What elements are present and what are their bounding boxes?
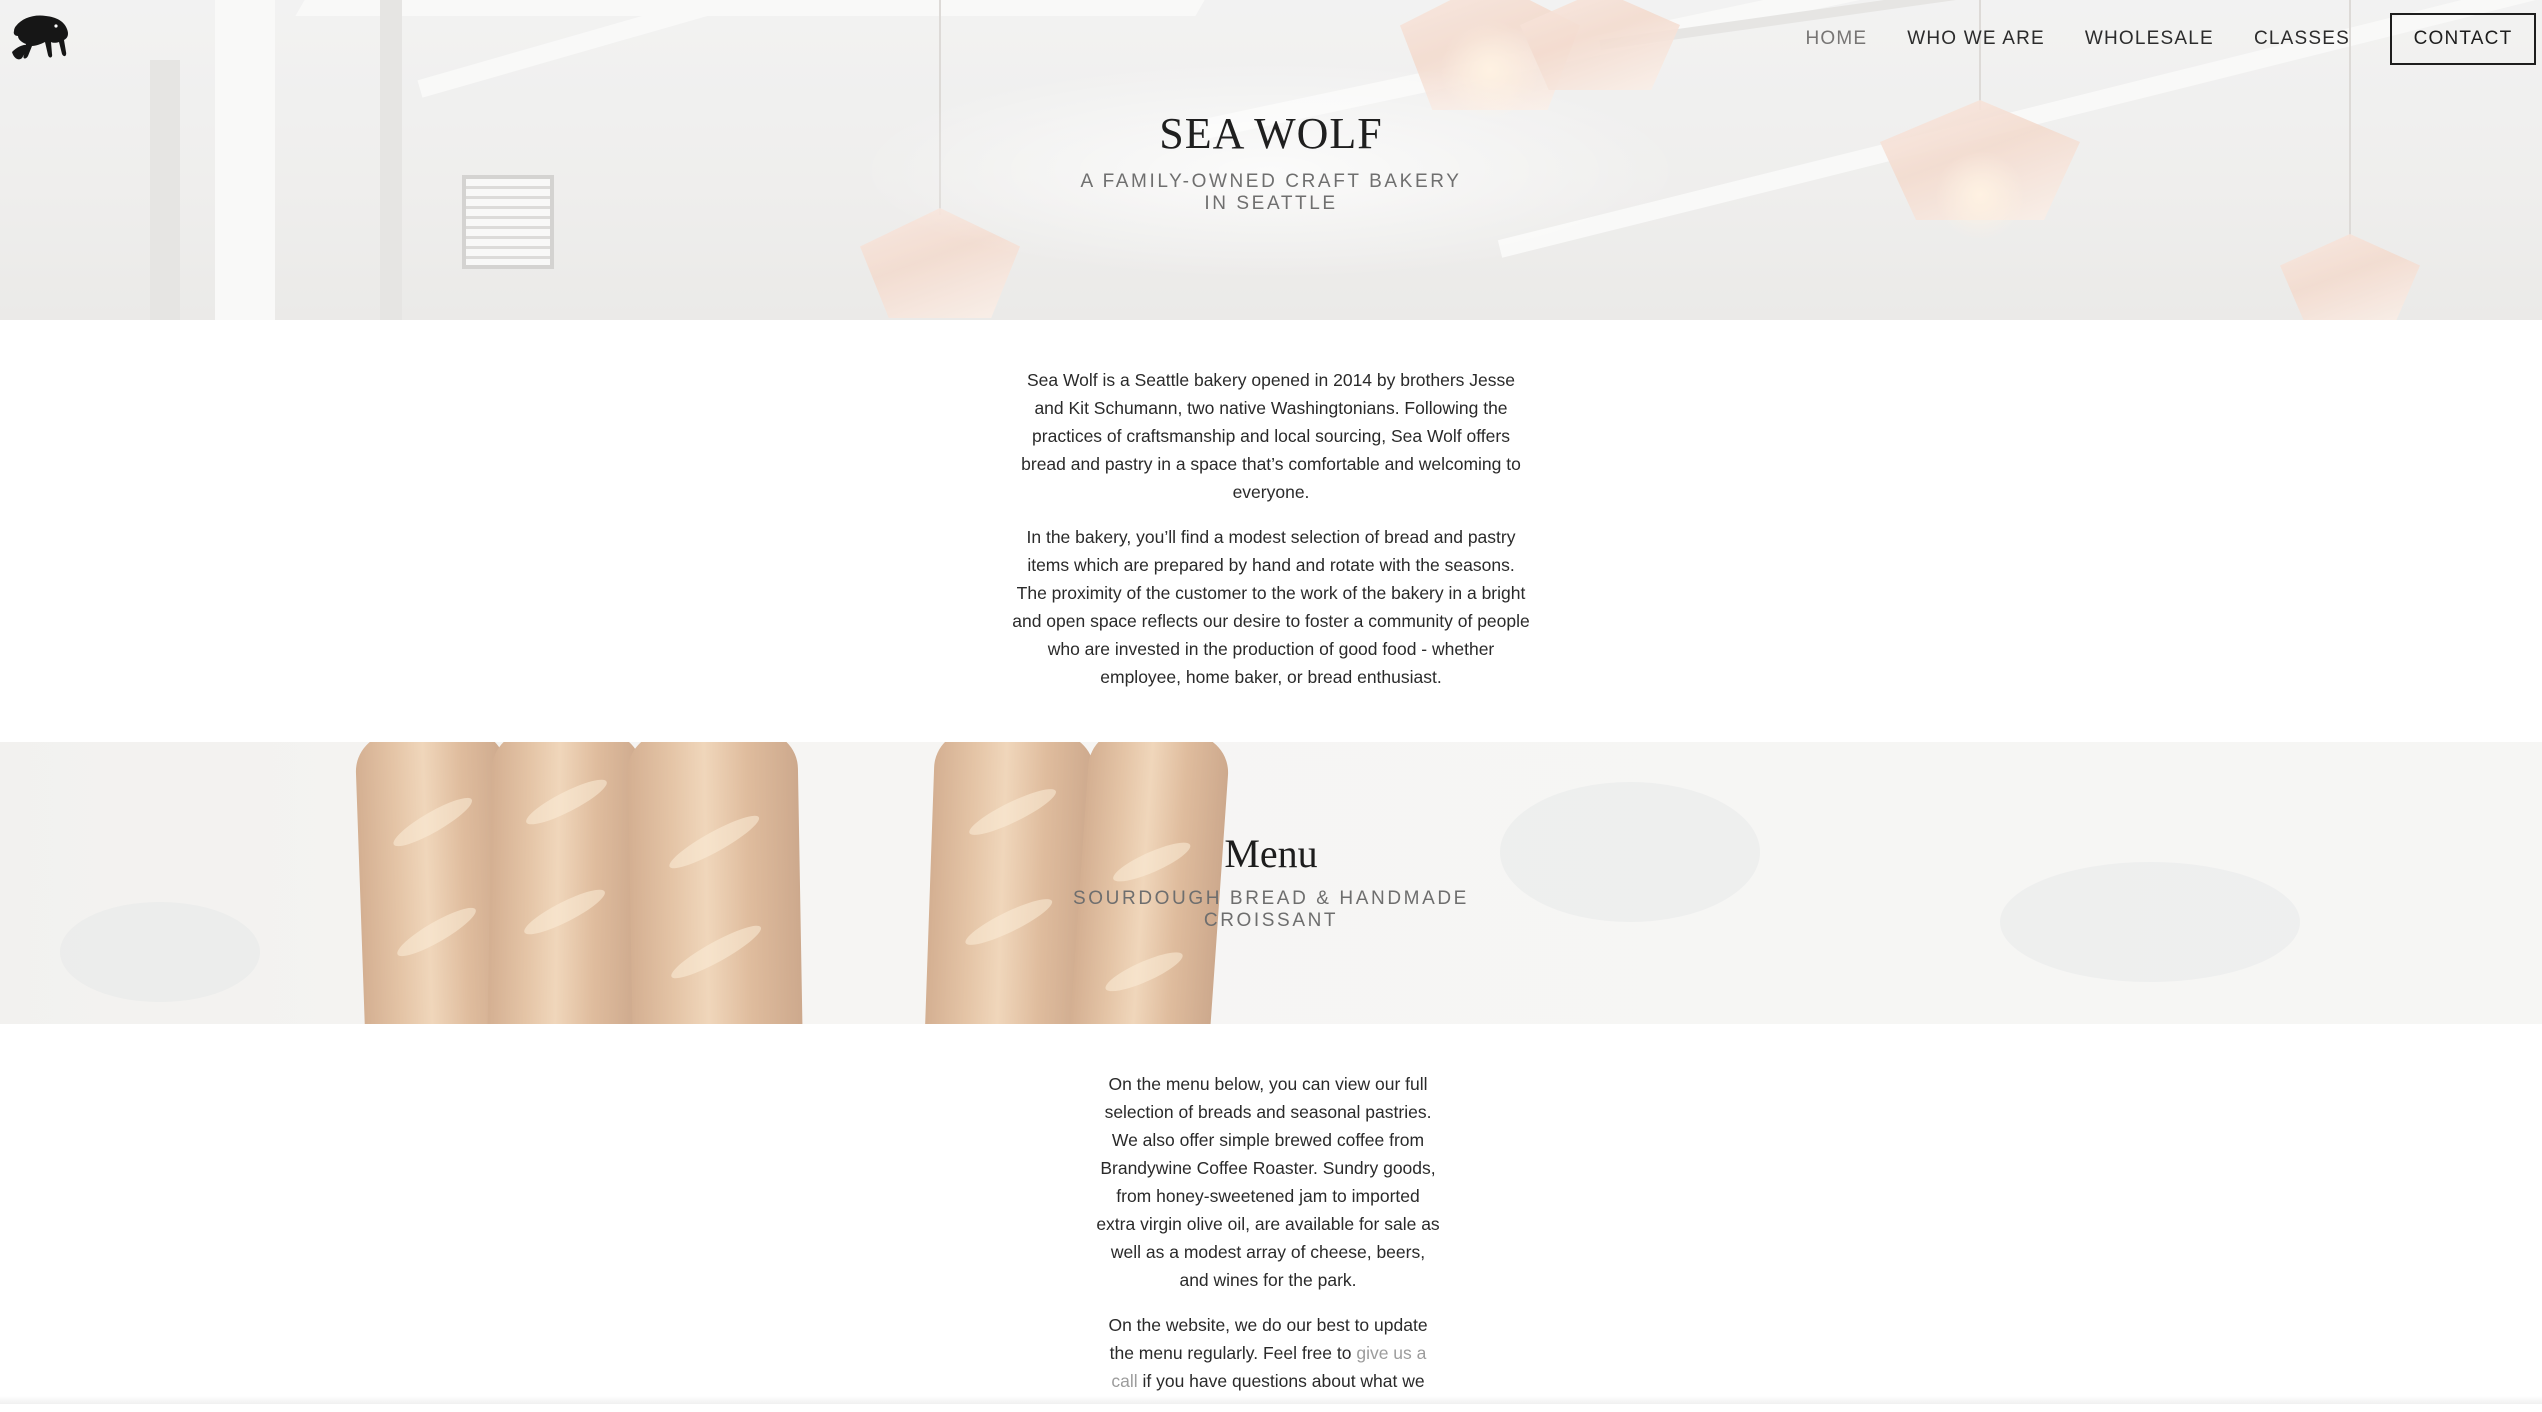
page-fold-shadow (0, 1396, 2542, 1404)
menu-title: Menu (1224, 831, 1318, 876)
site-title: SEA WOLF (1159, 109, 1383, 158)
menu-paragraph-text: if you have questions about what we (1137, 1371, 1425, 1391)
nav-classes[interactable]: CLASSES (2254, 28, 2350, 50)
contact-button[interactable]: CONTACT (2390, 13, 2536, 65)
menu-banner (0, 742, 2542, 1024)
hero-overlay (850, 60, 1690, 280)
menu-paragraph: On the menu below, you can view our full… (1096, 1074, 1440, 1290)
wolf-logo-icon[interactable] (12, 12, 74, 64)
nav-who-we-are[interactable]: WHO WE ARE (1907, 28, 2045, 50)
about-paragraph: In the bakery, you’ll find a modest sele… (1012, 527, 1530, 687)
menu-subtitle: SOURDOUGH BREAD & HANDMADE CROISSANT (1073, 888, 1469, 931)
nav-home[interactable]: HOME (1805, 28, 1867, 50)
menu-paragraph: On the website, we do our best to update… (1096, 1311, 1440, 1395)
about-paragraph: Sea Wolf is a Seattle bakery opened in 2… (1021, 370, 1521, 502)
banner-overlay (0, 742, 2542, 1024)
menu-intro-section: On the menu below, you can view our full… (1096, 1070, 1440, 1412)
main-nav: HOME WHO WE ARE WHOLESALE CLASSES CONTAC… (1805, 0, 2542, 78)
about-section: Sea Wolf is a Seattle bakery opened in 2… (1012, 366, 1530, 708)
site-tagline: A FAMILY-OWNED CRAFT BAKERY IN SEATTLE (1080, 171, 1462, 214)
nav-wholesale[interactable]: WHOLESALE (2085, 28, 2214, 50)
